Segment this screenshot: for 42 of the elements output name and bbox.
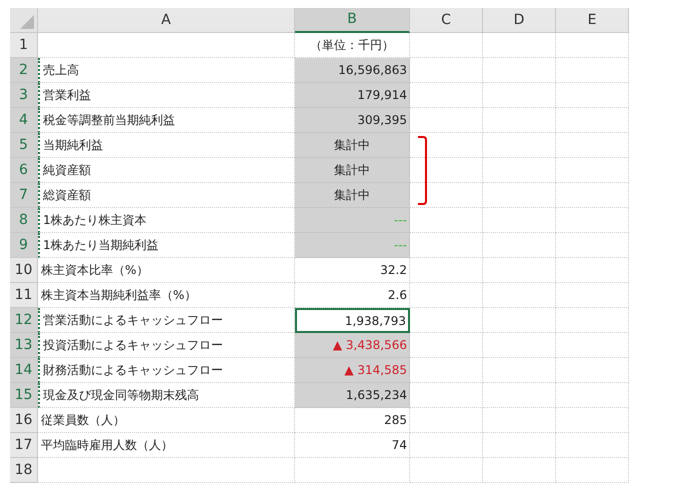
table-cell: 285 [295,408,410,433]
table-cell: 16,596,863 [295,58,410,83]
table-cell: （単位：千円） [295,33,410,58]
row-header[interactable]: 12 [10,308,38,333]
column-header[interactable]: E [556,8,629,33]
table-cell: 32.2 [295,258,410,283]
table-cell: 2.6 [295,283,410,308]
row-header[interactable]: 3 [10,83,38,108]
table-cell: 集計中 [295,133,410,158]
column-header[interactable]: C [410,8,483,33]
row-header[interactable]: 17 [10,433,38,458]
table-cell: ▲ 3,438,566 [295,333,410,358]
triangle-icon [20,15,34,29]
table-cell: ▲ 314,585 [295,358,410,383]
row-header[interactable]: 18 [10,458,38,483]
row-header[interactable]: 8 [10,208,38,233]
row-header[interactable]: 2 [10,58,38,83]
column-header[interactable]: B [295,8,410,33]
table-cell: 179,914 [295,83,410,108]
row-header[interactable]: 6 [10,158,38,183]
row-header[interactable]: 11 [10,283,38,308]
row-header[interactable]: 7 [10,183,38,208]
row-header[interactable]: 16 [10,408,38,433]
table-cell: 集計中 [295,183,410,208]
table-cell: 集計中 [295,158,410,183]
row-header[interactable]: 13 [10,333,38,358]
table-cell: 1,938,793 [295,308,410,333]
row-header[interactable]: 5 [10,133,38,158]
row-header[interactable]: 1 [10,33,38,58]
column-header[interactable]: A [38,8,295,33]
table-cell: 1,635,234 [295,383,410,408]
row-header[interactable]: 10 [10,258,38,283]
table-cell: --- [295,208,410,233]
row-header[interactable]: 15 [10,383,38,408]
select-all-corner[interactable] [10,8,38,33]
table-cell: 309,395 [295,108,410,133]
row-header[interactable]: 9 [10,233,38,258]
row-header[interactable]: 14 [10,358,38,383]
table-cell: 74 [295,433,410,458]
row-header[interactable]: 4 [10,108,38,133]
table-cell: --- [295,233,410,258]
column-header[interactable]: D [483,8,556,33]
